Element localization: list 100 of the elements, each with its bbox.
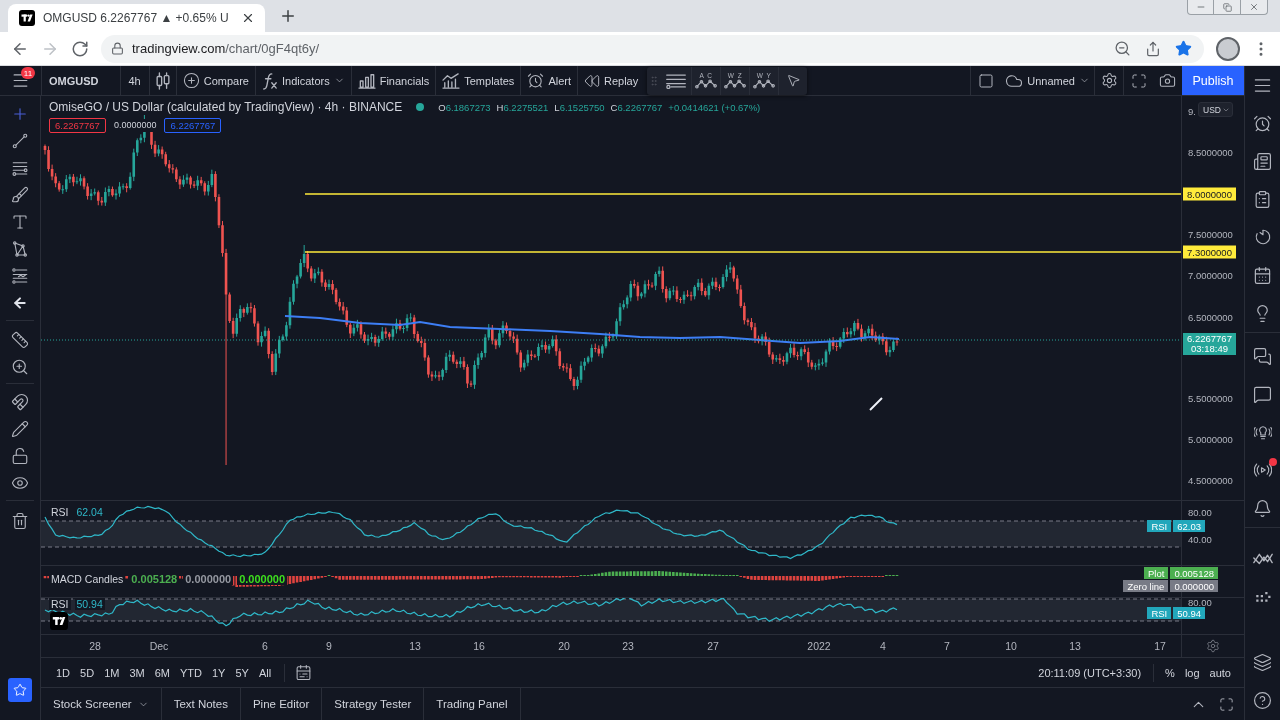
time-label: 28 — [89, 640, 101, 652]
bar-chart-icon — [357, 72, 376, 89]
scale-option-button[interactable]: % — [1160, 666, 1180, 679]
panel-tab[interactable]: Text Notes — [161, 688, 241, 720]
chat-bubbles-icon[interactable] — [1253, 346, 1272, 366]
layers-icon[interactable] — [1253, 652, 1272, 672]
cursor-icon[interactable] — [785, 73, 801, 88]
scale-option-button[interactable]: auto — [1204, 666, 1236, 679]
buy-price-button[interactable]: 6.2267767 — [164, 118, 222, 133]
range-button[interactable]: All — [253, 666, 277, 679]
series-name-tag: Zero line — [1123, 580, 1169, 592]
price-label: 7.0000000 — [1188, 271, 1233, 281]
layout-button[interactable]: Unnamed — [1001, 66, 1094, 95]
browser-tab[interactable]: OMGUSD 6.2267767 ▲ +0.65% U — [8, 4, 265, 32]
sell-price-button[interactable]: 6.2267767 — [49, 118, 106, 133]
price-label: 4.5000000 — [1188, 476, 1233, 486]
trash-icon[interactable] — [11, 511, 29, 530]
menu-icon[interactable] — [11, 71, 30, 90]
brush-icon[interactable] — [11, 185, 29, 204]
axis-label: 80.00 — [1188, 508, 1212, 518]
price-label: 5.5000000 — [1188, 394, 1233, 404]
price-label: 5.0000000 — [1188, 435, 1233, 445]
range-button[interactable]: 1Y — [206, 666, 231, 679]
ohlc-value: L6.1525750 — [554, 101, 605, 113]
trend-line-icon[interactable] — [11, 131, 29, 150]
address-field[interactable]: tradingview.com/chart/0gF4qt6y/ — [101, 34, 1204, 63]
compare-button[interactable]: Compare — [176, 66, 255, 95]
price-label: 9. — [1188, 107, 1196, 117]
currency-button[interactable]: USD — [1198, 102, 1233, 117]
calendar-icon[interactable] — [1253, 265, 1272, 285]
level-price-label: 7.3000000 — [1183, 245, 1236, 259]
panel-tab[interactable]: Strategy Tester — [322, 688, 425, 720]
reload-icon[interactable] — [71, 39, 89, 58]
indicators-button[interactable]: Indicators — [256, 66, 351, 95]
series-name-tag: RSI — [1147, 607, 1172, 619]
spread-value: 0.0000000 — [111, 119, 159, 132]
lock-open-icon[interactable] — [11, 446, 29, 465]
publish-button[interactable]: Publish — [1182, 66, 1244, 95]
series-value-tag: 0.005128 — [1170, 567, 1218, 579]
panel-tab[interactable]: Pine Editor — [240, 688, 323, 720]
fullscreen-icon[interactable] — [1130, 72, 1147, 89]
symbol-button[interactable]: OMGUSD — [42, 66, 106, 95]
clock-text: 20:11:09 (UTC+3:30) — [1038, 666, 1142, 679]
range-button[interactable]: 5D — [75, 666, 100, 679]
calendar-range-icon[interactable] — [295, 664, 313, 681]
settings-icon[interactable] — [1100, 72, 1118, 89]
bookmark-star-icon[interactable] — [1175, 40, 1192, 57]
notification-badge: 11 — [21, 67, 35, 79]
panel-tab[interactable]: Trading Panel — [424, 688, 521, 720]
clipboard-list-icon[interactable] — [1253, 189, 1272, 209]
square-icon[interactable] — [978, 72, 995, 89]
chat-bubble-icon[interactable] — [1253, 384, 1272, 404]
pencil-icon[interactable] — [11, 419, 29, 438]
avatar-icon[interactable] — [1216, 36, 1240, 61]
alarm-clock-icon[interactable] — [1253, 113, 1272, 133]
range-button[interactable]: YTD — [174, 666, 207, 679]
lock-icon — [111, 42, 124, 55]
symbol-title: OmiseGO / US Dollar (calculated by TradingView) · 4h · BINANCE — [49, 100, 403, 114]
series-value-tag: 62.03 — [1173, 520, 1205, 532]
camera-icon[interactable] — [1159, 72, 1176, 89]
price-label: 6.5000000 — [1188, 313, 1233, 323]
financials-button[interactable]: Financials — [351, 66, 436, 95]
share-icon[interactable] — [1145, 40, 1161, 57]
fullscreen-icon[interactable] — [1219, 696, 1234, 712]
lightbulb-waves-icon[interactable] — [1253, 423, 1272, 441]
axis-label: 80.00 — [1188, 598, 1212, 608]
circle-wedge-icon[interactable] — [1253, 228, 1272, 246]
close-icon[interactable] — [241, 11, 255, 25]
bar-chart-line-icon — [442, 72, 461, 89]
range-button[interactable]: 6M — [149, 666, 175, 679]
templates-button[interactable]: Templates — [436, 66, 521, 95]
range-button[interactable]: 1M — [99, 666, 125, 679]
range-button[interactable]: 1D — [51, 666, 76, 679]
series-value-tag: 0.000000 — [1170, 580, 1218, 592]
alert-button[interactable]: Alert — [521, 66, 577, 95]
bell-icon[interactable] — [1253, 498, 1272, 518]
zigzag-nodes-icon — [753, 79, 776, 89]
ruler-icon[interactable] — [11, 330, 29, 349]
magnet-icon[interactable] — [11, 392, 29, 411]
replay-button[interactable]: Replay — [578, 66, 645, 95]
broadcast-play-icon[interactable] — [1253, 461, 1272, 479]
range-button[interactable]: 5Y — [230, 666, 254, 679]
zoom-out-icon[interactable] — [1114, 40, 1131, 57]
scale-option-button[interactable]: log — [1179, 666, 1205, 679]
range-button[interactable]: 3M — [124, 666, 150, 679]
text-tool-icon[interactable] — [11, 212, 29, 231]
lines-with-dots-icon[interactable] — [11, 266, 29, 285]
newspaper-icon[interactable] — [1253, 151, 1272, 171]
zigzag-icon[interactable] — [1251, 551, 1274, 565]
help-icon[interactable] — [1253, 690, 1272, 710]
ohlc-value: H6.2275521 — [496, 101, 549, 113]
close-button[interactable] — [1241, 0, 1268, 15]
zoom-in-icon[interactable] — [11, 357, 29, 376]
candlestick-icon[interactable] — [154, 71, 171, 90]
pattern-nodes-icon[interactable] — [11, 239, 29, 258]
lines-tool-icon[interactable] — [665, 72, 688, 89]
new-tab-icon[interactable] — [279, 7, 297, 25]
interval-button[interactable]: 4h — [120, 66, 149, 95]
panel-tab[interactable]: Stock Screener — [41, 688, 162, 720]
indicator-title: MACD Candles — [49, 573, 126, 585]
